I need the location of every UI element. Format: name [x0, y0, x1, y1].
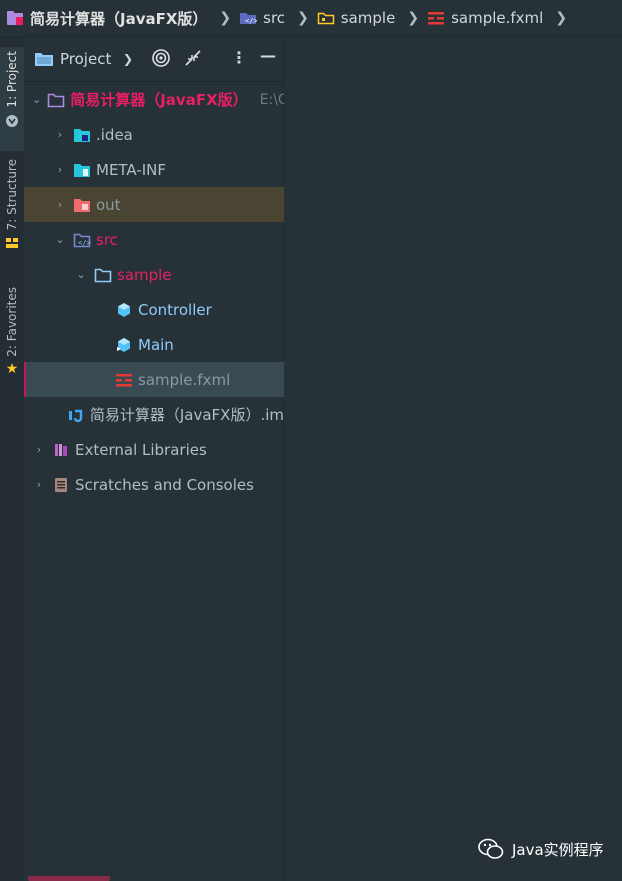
bottom-tab-indicator [28, 876, 110, 881]
excluded-folder-icon [73, 196, 91, 214]
breadcrumb-project-label: 简易计算器（JavaFX版） [30, 9, 208, 28]
star-icon: ★ [5, 360, 19, 377]
chevron-right-icon[interactable]: › [32, 478, 46, 491]
tree-item-label: External Libraries [75, 440, 207, 459]
tree-item-label: Scratches and Consoles [75, 475, 254, 494]
chevron-right-icon[interactable]: › [53, 198, 67, 211]
java-main-class-icon [115, 336, 133, 354]
breadcrumb-project[interactable]: 简易计算器（JavaFX版） [6, 8, 207, 29]
collapse-all-icon[interactable] [184, 49, 202, 71]
tree-item-src[interactable]: ⌄ </> src [24, 222, 284, 257]
chevron-down-icon[interactable]: ⌄ [74, 268, 88, 281]
chevron-down-icon[interactable]: ⌄ [53, 233, 67, 246]
tree-item-label: .idea [96, 125, 133, 144]
chevron-down-icon[interactable]: ⌄ [32, 93, 41, 106]
tree-item-label: META-INF [96, 160, 167, 179]
tree-item-label: sample [117, 265, 172, 284]
scratches-icon [52, 476, 70, 494]
java-class-icon [115, 301, 133, 319]
project-view-icon [35, 53, 53, 66]
tab-favorites[interactable]: 2: Favorites ★ [0, 287, 24, 382]
chevron-right-icon[interactable]: › [53, 163, 67, 176]
chevron-right-icon: ❯ [297, 10, 309, 26]
project-panel: Project ❯ ⋮ — ⌄ 简易计算器（JavaFX版） E:\Gi [24, 37, 284, 881]
source-folder-icon: </> [73, 231, 91, 249]
tree-item-external-libraries[interactable]: › External Libraries [24, 432, 284, 467]
fxml-file-icon [428, 12, 445, 25]
chevron-right-icon[interactable]: › [32, 443, 46, 456]
tree-item-sample-fxml[interactable]: sample.fxml [24, 362, 284, 397]
breadcrumb-sample[interactable]: sample [317, 9, 396, 27]
watermark-text: Java实例程序 [512, 840, 604, 859]
tree-item-idea[interactable]: › .idea [24, 117, 284, 152]
package-folder-icon [94, 266, 112, 284]
tab-favorites-label: 2: Favorites [5, 287, 19, 357]
breadcrumb-src-label: src [263, 9, 286, 27]
wechat-icon [478, 838, 504, 859]
tree-item-root[interactable]: ⌄ 简易计算器（JavaFX版） E:\Gi [24, 82, 284, 117]
minimize-icon[interactable]: — [260, 46, 276, 65]
tab-structure[interactable]: 7: Structure [0, 159, 24, 259]
source-folder-icon: </> [240, 13, 257, 25]
project-folder-icon [7, 11, 23, 25]
editor-area[interactable] [285, 38, 622, 881]
project-view-selector[interactable]: Project [60, 50, 111, 68]
meta-folder-icon [73, 161, 91, 179]
tree-item-iml[interactable]: 简易计算器（JavaFX版）.im [24, 397, 284, 432]
breadcrumb-src[interactable]: </> src [239, 9, 285, 27]
tree-item-label: 简易计算器（JavaFX版）.im [89, 406, 284, 424]
library-icon [52, 441, 70, 459]
svg-text:</>: </> [245, 17, 257, 25]
tool-window-strip: 1: Project 7: Structure 2: Favorites ★ [0, 37, 25, 881]
breadcrumb-sample-label: sample [340, 9, 396, 27]
svg-text:</>: </> [78, 239, 91, 247]
tab-project-label: 1: Project [5, 51, 19, 108]
tree-item-out[interactable]: › out [24, 187, 284, 222]
tree-item-sample[interactable]: ⌄ sample [24, 257, 284, 292]
tree-item-label: sample.fxml [138, 370, 231, 389]
tree-item-meta-inf[interactable]: › META-INF [24, 152, 284, 187]
idea-folder-icon [73, 126, 91, 144]
breadcrumb: 简易计算器（JavaFX版） ❯ </> src ❯ sample ❯ samp… [0, 0, 622, 37]
tab-structure-label: 7: Structure [5, 159, 19, 231]
tree-item-controller[interactable]: Controller [24, 292, 284, 327]
chevron-right-icon[interactable]: › [53, 128, 67, 141]
more-options-icon[interactable]: ⋮ [231, 48, 247, 67]
iml-file-icon [67, 406, 85, 424]
folder-icon [317, 12, 335, 25]
tree-item-label: src [96, 230, 118, 249]
tree-item-main[interactable]: Main [24, 327, 284, 362]
chevron-down-icon[interactable]: ❯ [123, 52, 133, 66]
project-panel-header: Project ❯ ⋮ — [24, 37, 283, 82]
fxml-file-icon [115, 371, 133, 389]
breadcrumb-file-label: sample.fxml [451, 9, 544, 27]
watermark: Java实例程序 [478, 838, 604, 860]
chevron-right-icon: ❯ [219, 10, 232, 26]
project-module-icon [47, 91, 65, 109]
tree-item-label: out [96, 195, 121, 214]
tree-item-path: E:\Gi [259, 91, 284, 108]
structure-icon [6, 238, 18, 249]
project-tab-icon [6, 114, 18, 127]
chevron-right-icon: ❯ [555, 10, 568, 26]
tree-item-scratches[interactable]: › Scratches and Consoles [24, 467, 284, 502]
tree-item-label: Controller [138, 300, 212, 319]
tree-item-label: 简易计算器（JavaFX版） [70, 91, 248, 109]
breadcrumb-file[interactable]: sample.fxml [427, 9, 543, 27]
locate-target-icon[interactable] [151, 48, 171, 72]
tree-item-label: Main [138, 335, 174, 354]
tab-project[interactable]: 1: Project [0, 47, 24, 151]
chevron-right-icon: ❯ [407, 10, 420, 26]
